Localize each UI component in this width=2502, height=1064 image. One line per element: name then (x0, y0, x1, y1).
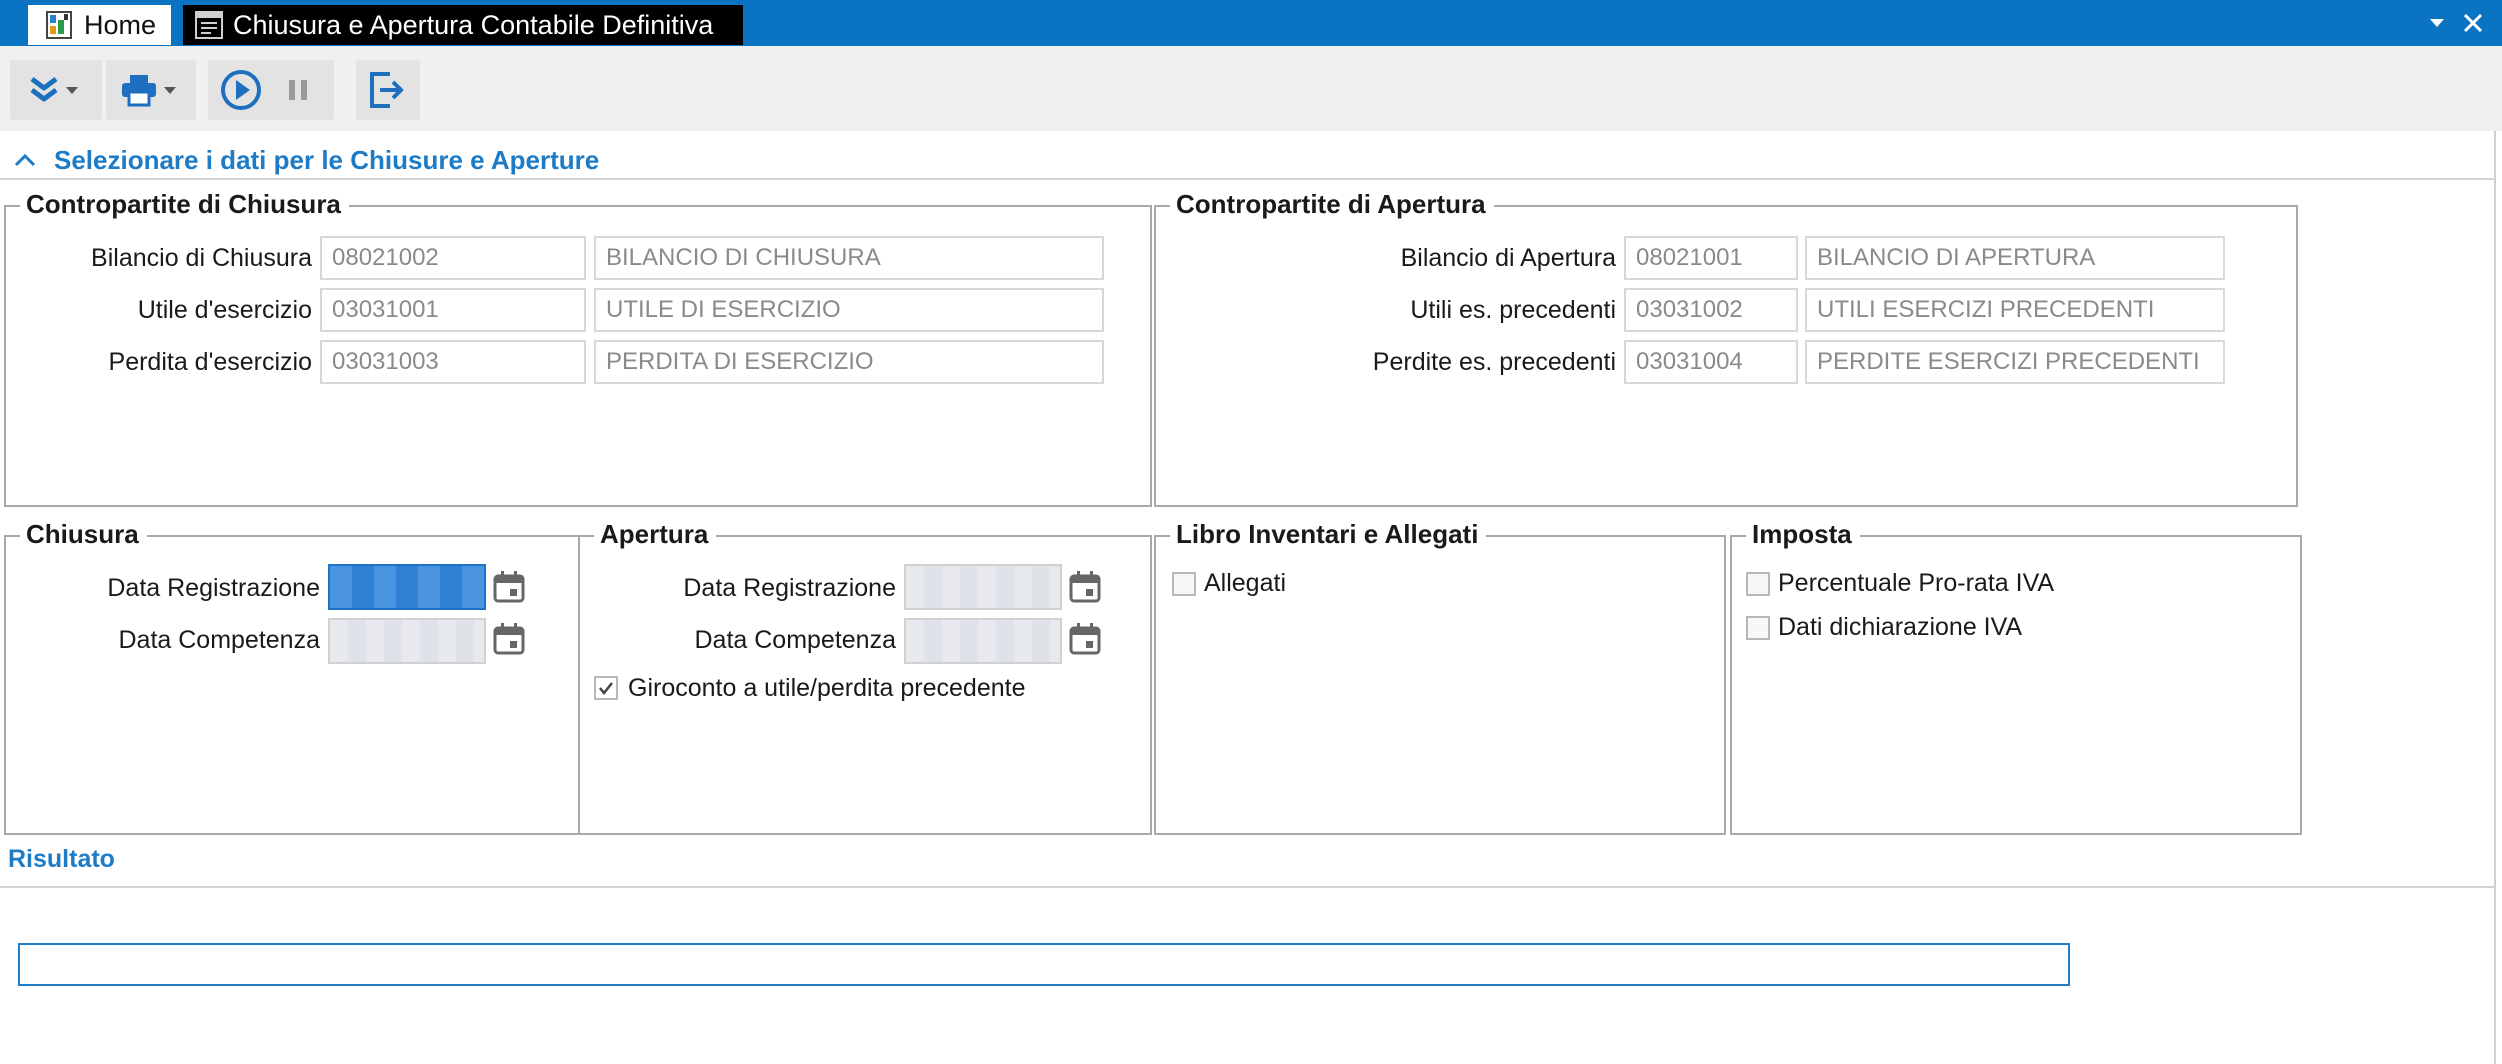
print-dropdown-icon[interactable] (164, 86, 176, 94)
dichiarazione-label: Dati dichiarazione IVA (1778, 613, 2023, 641)
allegati-label: Allegati (1204, 569, 1286, 597)
result-title: Risultato (8, 845, 115, 873)
utile-esercizio-desc-field[interactable]: UTILE DI ESERCIZIO (594, 288, 1104, 332)
prorata-label: Percentuale Pro-rata IVA (1778, 569, 2055, 597)
chiusura-data-registrazione-field[interactable] (328, 564, 486, 610)
calendar-icon[interactable] (492, 622, 526, 656)
chiusura-data-competenza-field[interactable] (328, 618, 486, 664)
result-divider (0, 886, 2494, 888)
bilancio-chiusura-code-field[interactable]: 08021002 (320, 236, 586, 280)
perdite-precedenti-desc-field[interactable]: PERDITE ESERCIZI PRECEDENTI (1805, 340, 2225, 384)
bilancio-apertura-desc-field[interactable]: BILANCIO DI APERTURA (1805, 236, 2225, 280)
print-button[interactable] (106, 60, 196, 120)
group-title: Contropartite di Chiusura (20, 187, 349, 221)
apertura-data-registrazione-field[interactable] (904, 564, 1062, 610)
allegati-checkbox[interactable] (1172, 572, 1196, 596)
tab-chiusura-apertura[interactable]: Chiusura e Apertura Contabile Definitiva (183, 5, 743, 45)
run-controls (208, 60, 334, 120)
tab-home[interactable]: Home (28, 5, 171, 45)
giroconto-label: Giroconto a utile/perdita precedente (628, 674, 1026, 702)
giroconto-checkbox[interactable] (594, 676, 618, 700)
label-utile-esercizio: Utile d'esercizio (137, 296, 312, 324)
label-bilancio-apertura: Bilancio di Apertura (1400, 244, 1616, 272)
group-title: Chiusura (20, 517, 147, 551)
close-icon[interactable] (2456, 6, 2490, 48)
label-utili-precedenti: Utili es. precedenti (1410, 296, 1616, 324)
group-title: Contropartite di Apertura (1170, 187, 1494, 221)
perdita-esercizio-desc-field[interactable]: PERDITA DI ESERCIZIO (594, 340, 1104, 384)
utili-precedenti-code-field[interactable]: 03031002 (1624, 288, 1798, 332)
perdita-esercizio-code-field[interactable]: 03031003 (320, 340, 586, 384)
exit-icon (368, 60, 406, 120)
expand-button[interactable] (10, 60, 102, 120)
chevron-up-icon (14, 153, 36, 167)
expand-icon (28, 60, 60, 120)
right-scroll-edge (2494, 131, 2496, 1064)
toolbar (0, 46, 2502, 131)
window-titlebar: Home Chiusura e Apertura Contabile Defin… (0, 0, 2502, 46)
check-icon (599, 682, 613, 696)
label-apertura-data-competenza: Data Competenza (694, 626, 896, 654)
exit-button[interactable] (356, 60, 420, 120)
home-app-icon (46, 11, 72, 39)
apertura-data-competenza-field[interactable] (904, 618, 1062, 664)
label-chiusura-data-registrazione: Data Registrazione (107, 574, 320, 602)
label-perdita-esercizio: Perdita d'esercizio (108, 348, 312, 376)
tab-home-label: Home (84, 9, 157, 40)
pause-icon[interactable] (278, 60, 318, 120)
label-perdite-precedenti: Perdite es. precedenti (1372, 348, 1616, 376)
result-progress-bar (18, 943, 2070, 986)
print-icon (120, 60, 158, 120)
group-title: Apertura (594, 517, 717, 551)
bilancio-apertura-code-field[interactable]: 08021001 (1624, 236, 1798, 280)
dropdown-icon[interactable] (2420, 6, 2454, 48)
section-divider (0, 178, 2494, 180)
dichiarazione-checkbox[interactable] (1746, 616, 1770, 640)
calendar-icon[interactable] (492, 570, 526, 604)
tab-active-label: Chiusura e Apertura Contabile Definitiva (233, 9, 714, 40)
label-bilancio-chiusura: Bilancio di Chiusura (91, 244, 312, 272)
utili-precedenti-desc-field[interactable]: UTILI ESERCIZI PRECEDENTI (1805, 288, 2225, 332)
group-title: Libro Inventari e Allegati (1170, 517, 1487, 551)
calendar-icon[interactable] (1068, 622, 1102, 656)
label-apertura-data-registrazione: Data Registrazione (683, 574, 896, 602)
utile-esercizio-code-field[interactable]: 03031001 (320, 288, 586, 332)
calendar-icon[interactable] (1068, 570, 1102, 604)
label-chiusura-data-competenza: Data Competenza (118, 626, 320, 654)
section-title: Selezionare i dati per le Chiusure e Ape… (54, 144, 600, 175)
play-icon[interactable] (216, 60, 266, 120)
bilancio-chiusura-desc-field[interactable]: BILANCIO DI CHIUSURA (594, 236, 1104, 280)
form-icon (195, 11, 223, 39)
expand-dropdown-icon[interactable] (66, 86, 78, 94)
prorata-checkbox[interactable] (1746, 572, 1770, 596)
perdite-precedenti-code-field[interactable]: 03031004 (1624, 340, 1798, 384)
group-title: Imposta (1746, 517, 1860, 551)
section-header[interactable]: Selezionare i dati per le Chiusure e Ape… (8, 140, 599, 180)
